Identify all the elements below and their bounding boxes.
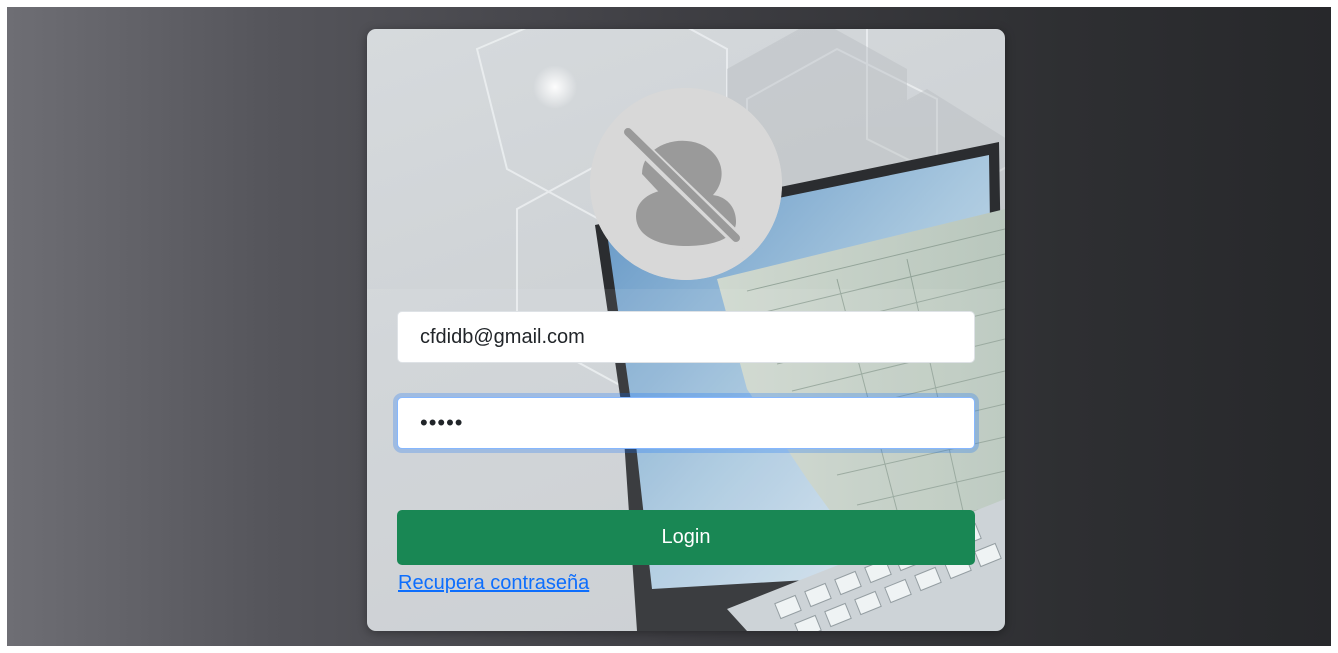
password-field[interactable] [397, 397, 975, 449]
login-card: Login Recupera contraseña [367, 29, 1005, 631]
page-background: Login Recupera contraseña [7, 7, 1331, 646]
recover-password-link[interactable]: Recupera contraseña [398, 572, 589, 595]
email-field[interactable] [397, 311, 975, 363]
user-avatar-icon [590, 88, 782, 280]
login-button[interactable]: Login [397, 510, 975, 565]
